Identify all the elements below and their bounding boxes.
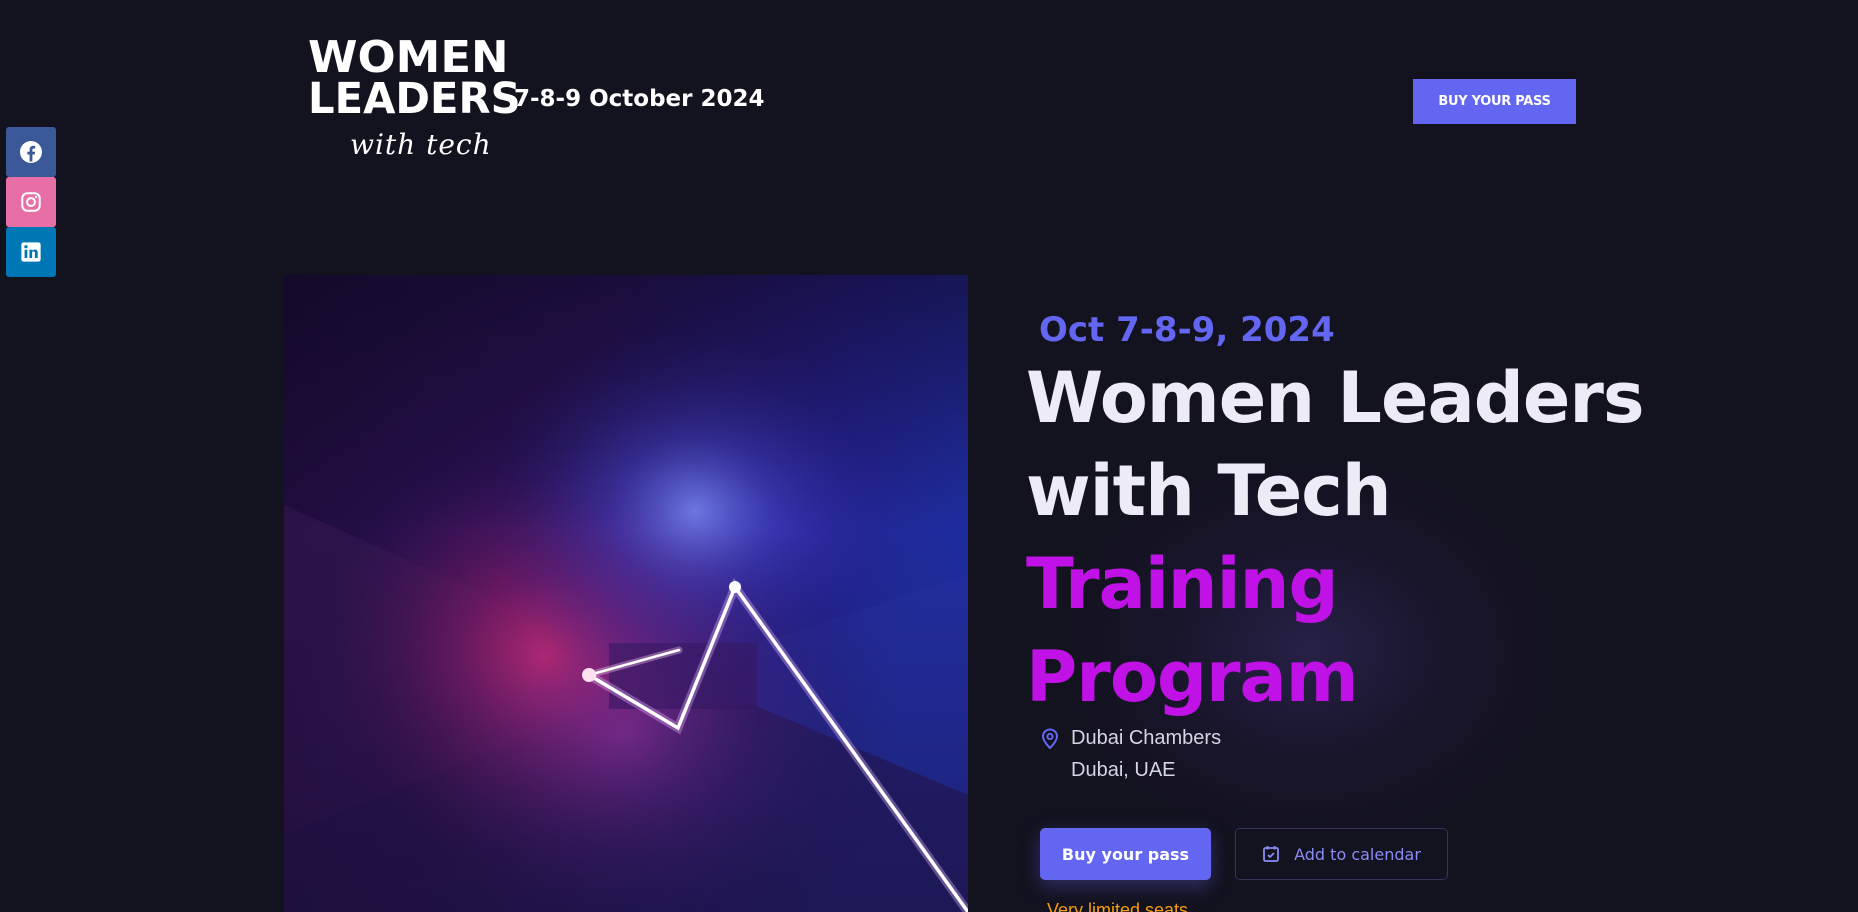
title-line-2: with Tech bbox=[1026, 450, 1392, 532]
site-logo[interactable]: WOMEN LEADERS with tech 7-8-9 October 20… bbox=[308, 36, 765, 166]
instagram-link[interactable] bbox=[6, 177, 56, 227]
hero-image bbox=[284, 275, 968, 912]
linkedin-link[interactable] bbox=[6, 227, 56, 277]
instagram-icon bbox=[21, 192, 41, 212]
location-venue: Dubai Chambers bbox=[1071, 727, 1222, 749]
location-pin-icon bbox=[1041, 728, 1059, 750]
linkedin-icon bbox=[21, 242, 41, 262]
title-line-1: Women Leaders bbox=[1026, 357, 1645, 439]
facebook-icon bbox=[20, 141, 42, 163]
calendar-check-icon bbox=[1263, 846, 1280, 862]
seats-note: Very limited seats bbox=[1047, 900, 1189, 912]
header-buy-pass-button[interactable]: BUY YOUR PASS bbox=[1413, 79, 1576, 124]
buy-pass-button[interactable]: Buy your pass bbox=[1040, 828, 1211, 880]
event-date: Oct 7-8-9, 2024 bbox=[1039, 310, 1335, 350]
add-to-calendar-label: Add to calendar bbox=[1294, 844, 1421, 864]
add-to-calendar-button[interactable]: Add to calendar bbox=[1235, 828, 1448, 880]
title-line-4: Program bbox=[1026, 636, 1359, 718]
facebook-link[interactable] bbox=[6, 127, 56, 177]
location-city: Dubai, UAE bbox=[1071, 759, 1176, 781]
logo-script-text: with tech bbox=[350, 128, 492, 161]
page-title: Women Leaders with Tech Training Program bbox=[1026, 352, 1645, 724]
logo-dates: 7-8-9 October 2024 bbox=[514, 86, 765, 112]
title-line-3: Training bbox=[1026, 543, 1339, 625]
social-sidebar bbox=[6, 127, 56, 277]
logo-leaders-text: LEADERS bbox=[308, 74, 521, 124]
